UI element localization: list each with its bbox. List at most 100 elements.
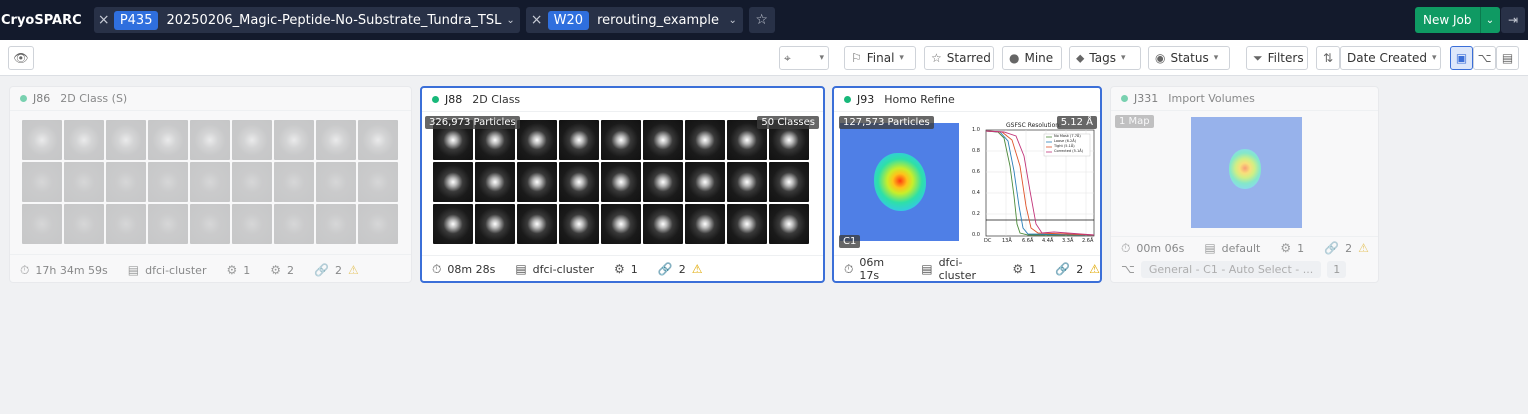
timer-icon: ⏱ (844, 261, 854, 276)
filters-button[interactable]: ⏷ Filters (1246, 46, 1308, 70)
eye-toggle-button[interactable]: 👁 (8, 46, 34, 70)
workspace-id-pill: W20 (547, 10, 590, 30)
new-job-chevron-icon[interactable]: ⌄ (1479, 7, 1500, 33)
link-icon: 🔗 (657, 262, 673, 276)
particles-count-badge: 326,973 Particles (425, 116, 520, 129)
cpu-icon: ⚙ (270, 263, 281, 277)
link-count: 2 (1076, 262, 1084, 276)
sort-select[interactable]: Date Created ▾ (1340, 46, 1441, 70)
fsc-xtick: 3.3Å (1062, 238, 1074, 244)
job-type: Homo Refine (884, 93, 955, 106)
job-output-row: ⌥ General - C1 - Auto Select - ... 1 (1111, 260, 1378, 278)
sort-icon: ⇅ (1322, 51, 1334, 65)
fsc-ytick: 0.2 (972, 211, 980, 217)
warning-icon[interactable]: ⚠ (1089, 262, 1100, 276)
class-average-thumbnail (643, 162, 683, 202)
timer-icon: ⏱ (432, 261, 442, 276)
project-title[interactable]: 20250206_Magic-Peptide-No-Substrate_Tund… (166, 13, 501, 28)
class-average-thumbnail (148, 204, 188, 244)
fsc-xtick: 13Å (1002, 238, 1012, 244)
sort-direction-button[interactable]: ⇅ (1316, 46, 1340, 70)
server-icon: ▤ (1204, 241, 1216, 255)
class-average-thumbnail (433, 204, 473, 244)
chevron-down-icon[interactable]: ⌄ (723, 15, 743, 26)
class-average-thumbnail (601, 204, 641, 244)
top-bar: CryoSPARC × P435 20250206_Magic-Peptide-… (0, 0, 1528, 40)
class-average-thumbnail (148, 162, 188, 202)
job-card-j331[interactable]: J331 Import Volumes 1 Map ⏱ 00m 06s ▤ de… (1110, 86, 1379, 283)
class-average-thumbnail (190, 120, 230, 160)
class-average-thumbnail (316, 204, 356, 244)
sort-label: Date Created (1347, 51, 1427, 65)
class-average-thumbnail (232, 120, 272, 160)
job-card-header: J86 2D Class (S) (10, 87, 411, 111)
star-icon[interactable]: ☆ (748, 7, 775, 33)
user-icon: ● (1009, 51, 1020, 65)
output-group-tag[interactable]: General - C1 - Auto Select - ... (1140, 260, 1322, 278)
class-average-thumbnail (22, 162, 62, 202)
status-dot (20, 95, 27, 102)
link-count: 2 (1345, 241, 1353, 255)
link-icon: 🔗 (1055, 262, 1071, 276)
close-workspace-icon[interactable]: × (526, 12, 548, 28)
tree-view-button[interactable]: ⌥ (1473, 46, 1496, 70)
gpu-icon: ⚙ (1012, 262, 1024, 276)
chevron-down-icon: ▾ (1432, 53, 1437, 63)
tags-filter-button[interactable]: ⬥ Tags ▾ (1069, 46, 1141, 70)
project-breadcrumb[interactable]: × P435 20250206_Magic-Peptide-No-Substra… (93, 7, 520, 33)
job-lane: default (1221, 241, 1261, 255)
job-id[interactable]: J93 (857, 93, 874, 106)
class-average-thumbnail (559, 204, 599, 244)
job-id[interactable]: J86 (33, 92, 50, 105)
fsc-ytick: 0.4 (972, 190, 980, 196)
card-view-button[interactable]: ▣ (1450, 46, 1473, 70)
chevron-down-icon[interactable]: ▾ (819, 53, 824, 63)
class-average-thumbnail (685, 204, 725, 244)
class-average-thumbnail (559, 162, 599, 202)
job-card-j88[interactable]: J88 2D Class 326,973 Particles 50 Classe… (420, 86, 825, 283)
exit-icon[interactable]: ⇥ (1501, 7, 1525, 33)
warning-icon[interactable]: ⚠ (1358, 241, 1369, 255)
job-type: 2D Class (S) (60, 92, 128, 105)
job-card-j93[interactable]: J93 Homo Refine 127,573 Particles C1 GSF… (832, 86, 1102, 283)
new-job-label: New Job (1423, 13, 1472, 27)
tags-label: Tags (1089, 51, 1116, 65)
chevron-down-icon[interactable]: ⌄ (501, 15, 519, 26)
workspace-breadcrumb[interactable]: × W20 rerouting_example ⌄ (525, 7, 743, 33)
table-view-button[interactable]: ▤ (1496, 46, 1519, 70)
toolbar: 👁 ⌖ ▾ ⚐ Final ▾ ☆ Starred ● Mine ⬥ Tags … (0, 40, 1528, 76)
job-id[interactable]: J88 (445, 93, 462, 106)
resolution-badge: 5.12 Å (1056, 116, 1097, 129)
class-average-thumbnail (274, 162, 314, 202)
warning-icon[interactable]: ⚠ (348, 263, 359, 277)
new-job-button[interactable]: New Job ⌄ (1415, 7, 1500, 33)
filter-icon: ⏷ (1253, 50, 1263, 65)
status-label: Status (1170, 51, 1209, 65)
target-button[interactable]: ⌖ ▾ (779, 46, 829, 70)
fsc-xtick: 4.4Å (1042, 238, 1054, 244)
server-icon: ▤ (515, 262, 527, 276)
chevron-down-icon: ▾ (899, 53, 904, 63)
status-filter-button[interactable]: ◉ Status ▾ (1148, 46, 1230, 70)
starred-filter-button[interactable]: ☆ Starred (924, 46, 994, 70)
close-project-icon[interactable]: × (94, 12, 114, 28)
mine-filter-button[interactable]: ● Mine (1002, 46, 1062, 70)
class-average-thumbnail (685, 120, 725, 160)
job-type: 2D Class (472, 93, 521, 106)
final-filter-button[interactable]: ⚐ Final ▾ (844, 46, 916, 70)
workspace-title[interactable]: rerouting_example (597, 13, 723, 28)
job-card-j86[interactable]: J86 2D Class (S) ⏱ 17h 34m 59s ▤ dfci-cl… (9, 86, 412, 283)
class-average-thumbnail (727, 204, 767, 244)
class-average-thumbnail (475, 204, 515, 244)
class-average-thumbnail (232, 204, 272, 244)
fsc-ytick: 0.0 (972, 232, 980, 238)
job-id[interactable]: J331 (1134, 92, 1158, 105)
job-duration: 06m 17s (859, 256, 885, 282)
symmetry-badge: C1 (839, 235, 861, 248)
class-average-thumbnail (727, 162, 767, 202)
warning-icon[interactable]: ⚠ (692, 262, 703, 276)
app-brand[interactable]: CryoSPARC (1, 13, 82, 28)
fsc-legend-item: No Mask (7.7Å) (1054, 134, 1081, 138)
fsc-plot: GSFSC Resolution: No Mask (7.7Å) Loose (… (966, 116, 1098, 246)
class-average-thumbnail (358, 120, 398, 160)
